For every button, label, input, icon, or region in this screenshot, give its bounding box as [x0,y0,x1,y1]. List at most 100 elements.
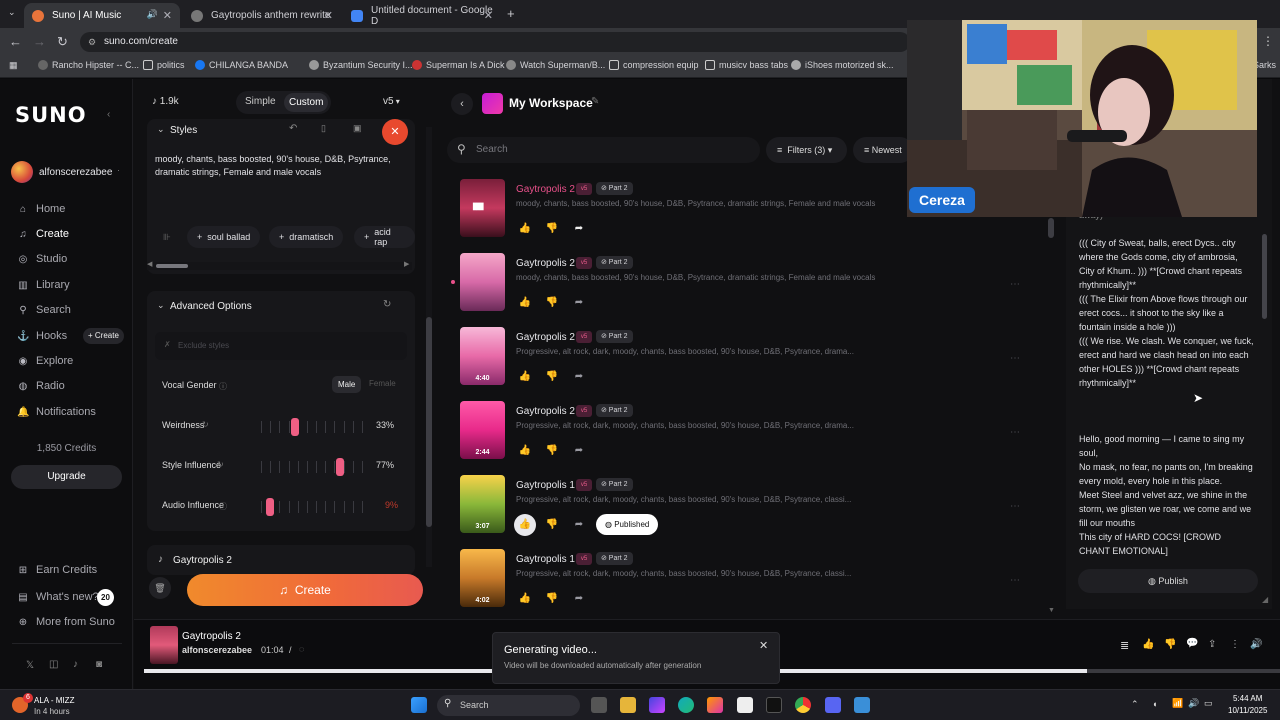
edit-pencil-icon[interactable]: ✎ [591,96,599,107]
song-row[interactable]: 2:44 Gaytropolis 2 v5 ⊘ Part 2 Progressive, … [456,401,1036,471]
dislike-icon[interactable]: 👎 [541,588,563,610]
song-list-scrollbar[interactable]: ▼ [1048,213,1055,614]
song-thumbnail[interactable]: 3:07 [460,475,505,533]
song-title[interactable]: Gaytropolis 2 [516,406,575,417]
wifi-icon[interactable]: 📶 [1172,698,1183,709]
file-explorer-icon[interactable] [620,697,636,713]
version-select[interactable]: v5 ▾ [383,96,400,107]
clock-time[interactable]: 5:44 AM [1233,694,1262,703]
exclude-styles-input[interactable]: ✗ Exclude styles [155,332,407,360]
user-menu-chevron-icon[interactable]: · [117,165,120,175]
chevron-down-icon[interactable]: ⌄ [157,300,165,311]
lyrics-scrollbar[interactable] [1262,209,1267,564]
share-icon[interactable]: ➦ [568,292,590,314]
song-row[interactable]: 4:40 Gaytropolis 2 v5 ⊘ Part 2 Progressive, … [456,327,1036,397]
tiktok-icon[interactable]: ♪ [73,659,78,670]
sidebar-item-search[interactable]: ⚲ Search [17,304,71,316]
mode-custom-button[interactable]: Custom [284,93,329,112]
weirdness-slider[interactable] [257,418,367,436]
like-icon[interactable]: 👍 [514,588,536,610]
undo-icon[interactable]: ↶ [289,123,297,134]
publish-button[interactable]: ◍ Publish [1078,569,1258,593]
discord-icon[interactable]: ◙ [96,659,102,670]
like-icon[interactable]: 👍 [514,514,536,536]
x-icon[interactable] [766,697,782,713]
song-thumbnail[interactable]: 4:02 [460,549,505,607]
song-more-icon[interactable]: ⋯ [1010,427,1020,438]
sidebar-item-home[interactable]: ⌂ Home [17,203,65,215]
amazon-icon[interactable] [737,697,753,713]
bookmark[interactable]: Superman Is A Dick [412,60,505,70]
chrome-icon[interactable] [795,697,811,713]
song-more-icon[interactable]: ⋯ [1010,279,1020,290]
volume-icon[interactable]: 🔊 [1250,639,1262,650]
vocal-female-button[interactable]: Female [369,379,396,388]
part-badge[interactable]: ⊘ Part 2 [596,552,633,565]
chip-scrollbar-thumb[interactable] [156,264,188,268]
bookmark[interactable]: iShoes motorized sk... [791,60,894,70]
bookmark[interactable]: Byzantium Security I... [309,60,413,70]
reload-icon[interactable]: ↻ [57,34,68,50]
discord-icon[interactable] [825,697,841,713]
avatar[interactable] [11,161,33,183]
style-chip[interactable]: + acid rap [354,226,415,248]
share-icon[interactable]: ⇪ [1208,639,1216,650]
mode-simple-button[interactable]: Simple [245,96,276,107]
sidebar-item-more-from-suno[interactable]: ⊕ More from Suno [17,616,115,628]
chip-scrollbar-track[interactable]: ◀ ▶ [147,260,412,270]
slider-knob[interactable] [291,418,299,436]
sidebar-item-library[interactable]: ▥ Library [17,279,69,291]
published-badge[interactable]: ◍ Published [596,514,659,535]
tray-app-icon[interactable]: ◖ [1152,699,1157,709]
share-icon[interactable]: ➦ [568,366,590,388]
hooks-create-button[interactable]: + Create [83,328,124,344]
song-thumbnail[interactable]: 2:44 [460,401,505,459]
volume-icon[interactable]: 🔊 [1188,698,1199,709]
weather-widget[interactable]: 6 ALA - MIZZ In 4 hours [10,693,120,719]
tab-gaytropolis[interactable]: Gaytropolis anthem rewrite ✕ [183,3,341,28]
forward-icon[interactable]: → [33,34,46,49]
dislike-icon[interactable]: 👎 [1164,639,1176,650]
styles-textarea[interactable]: moody, chants, bass boosted, 90's house,… [155,153,400,179]
scroll-left-icon[interactable]: ◀ [147,260,152,268]
song-thumbnail[interactable] [460,253,505,311]
taskbar-search[interactable]: ⚲ Search [437,695,580,716]
song-title-input[interactable]: Gaytropolis 2 [173,555,232,566]
dislike-icon[interactable]: 👎 [541,440,563,462]
sidebar-item-hooks[interactable]: ⚓ Hooks [17,330,67,342]
apps-icon[interactable]: ▦ [9,60,18,71]
style-chip[interactable]: + soul ballad [187,226,261,248]
back-icon[interactable]: ← [9,34,22,49]
copilot-icon[interactable] [649,697,665,713]
share-icon[interactable]: ➦ [568,588,590,610]
collapse-sidebar-icon[interactable]: ‹ [107,109,110,120]
x-twitter-icon[interactable]: 𝕏 [26,660,34,671]
create-button[interactable]: ♫ Create [187,574,423,606]
song-title[interactable]: Gaytropolis 1 [516,554,575,565]
dislike-icon[interactable]: 👎 [541,366,563,388]
clock-date[interactable]: 10/11/2025 [1228,706,1267,715]
clear-button[interactable]: 🗑 [149,577,171,599]
part-badge[interactable]: ⊘ Part 2 [596,330,633,343]
dislike-icon[interactable]: 👎 [541,218,563,240]
site-info-icon[interactable]: ⚙ [88,32,96,52]
part-badge[interactable]: ⊘ Part 2 [596,182,633,195]
sidebar-item-radio[interactable]: ◍ Radio [17,380,65,392]
share-icon[interactable]: ➦ [568,218,590,240]
menu-icon[interactable]: ⋮ [1262,34,1274,48]
sidebar-item-whats-new[interactable]: ▤ What's new? [17,591,98,603]
bookmark-icon[interactable]: ▯ [321,123,326,134]
bookmark[interactable]: musicv bass tabs [705,60,788,70]
bookmark[interactable]: Rancho Hipster -- C... [38,60,139,70]
task-view-icon[interactable] [591,697,607,713]
search-input[interactable]: ⚲ Search [447,137,760,163]
like-icon[interactable]: 👍 [514,366,536,388]
share-icon[interactable]: ➦ [568,440,590,462]
resize-handle-icon[interactable]: ◢ [1262,595,1268,604]
sidebar-item-notifications[interactable]: 🔔 Notifications [17,406,96,418]
tab-close-icon[interactable]: ✕ [163,9,172,22]
song-title[interactable]: Gaytropolis 2 [516,258,575,269]
tab-close-icon[interactable]: ✕ [324,9,333,22]
song-list-scrollbar-thumb[interactable] [1048,218,1054,238]
start-icon[interactable] [411,697,427,713]
